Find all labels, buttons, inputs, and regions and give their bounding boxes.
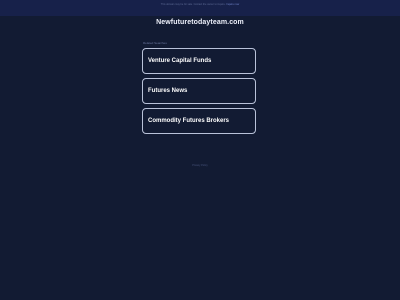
related-link-futures-news[interactable]: Futures News: [142, 78, 256, 104]
domain-title: Newfuturetodayteam.com: [156, 19, 244, 26]
related-link-label: Futures News: [148, 88, 188, 94]
top-banner: This domain may be for sale. Contact the…: [0, 0, 400, 16]
banner-link[interactable]: Inquire now: [226, 3, 239, 6]
related-link-label: Commodity Futures Brokers: [148, 118, 230, 124]
parked-domain-page: This domain may be for sale. Contact the…: [0, 0, 400, 300]
related-link-venture-capital-funds[interactable]: Venture Capital Funds: [142, 48, 256, 74]
related-link-label: Venture Capital Funds: [148, 58, 212, 64]
related-searches-label: Related Searches: [143, 41, 167, 45]
privacy-policy-link[interactable]: Privacy Policy: [0, 164, 400, 167]
banner-message: This domain may be for sale. Contact the…: [160, 3, 226, 6]
banner-text: This domain may be for sale. Contact the…: [150, 3, 250, 7]
related-link-commodity-futures-brokers[interactable]: Commodity Futures Brokers: [142, 108, 256, 134]
